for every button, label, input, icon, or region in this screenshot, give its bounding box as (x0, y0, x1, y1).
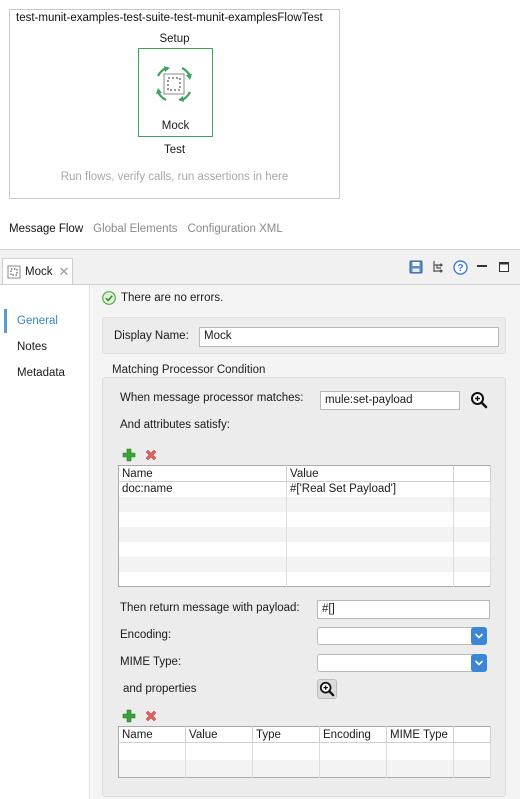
tree-icon[interactable] (430, 259, 446, 275)
save-icon[interactable] (408, 259, 424, 275)
display-name-label: Display Name: (114, 330, 189, 342)
table-row[interactable]: doc:name #['Real Set Payload'] (118, 481, 491, 497)
minimize-icon[interactable] (474, 259, 490, 275)
empty-row (118, 742, 491, 760)
svg-text:?: ? (457, 263, 463, 274)
column-header-type[interactable]: Type (252, 726, 320, 743)
encoding-select[interactable] (317, 627, 487, 645)
payload-input[interactable]: #[] (317, 600, 490, 619)
tab-message-flow[interactable]: Message Flow (9, 223, 83, 235)
properties-toolbar: ? (408, 259, 512, 275)
tab-configuration-xml[interactable]: Configuration XML (188, 223, 283, 235)
mock-processor-label: Mock (161, 120, 190, 132)
display-name-section: Display Name: Mock (102, 317, 506, 354)
properties-tab-title: Mock (25, 265, 53, 278)
column-header-extra (453, 726, 491, 743)
nav-item-notes[interactable]: Notes (4, 335, 90, 359)
remove-property-icon[interactable] (144, 709, 158, 723)
processor-matches-input[interactable]: mule:set-payload (320, 391, 460, 410)
matching-group-title: Matching Processor Condition (112, 364, 266, 376)
table-header-row: Name Value (118, 465, 491, 482)
properties-view: Mock ✕ ? General Notes Metadata There ar… (0, 249, 520, 799)
search-icon[interactable] (469, 390, 489, 410)
encoding-label: Encoding: (120, 629, 172, 641)
cell-extra[interactable] (453, 481, 491, 497)
attributes-label: And attributes satisfy: (120, 419, 230, 431)
chevron-down-icon[interactable] (471, 627, 487, 645)
empty-row (118, 760, 491, 778)
maximize-icon[interactable] (496, 259, 512, 275)
empty-row (118, 556, 491, 572)
mock-small-icon (7, 265, 21, 278)
flow-canvas[interactable]: test-munit-examples-test-suite-test-muni… (9, 9, 340, 199)
properties-table[interactable]: Name Value Type Encoding MIME Type (118, 726, 491, 778)
properties-nav: General Notes Metadata (0, 285, 90, 799)
editor-tabs: Message Flow Global Elements Configurati… (9, 223, 283, 235)
processor-matches-label: When message processor matches: (120, 392, 304, 404)
add-attribute-icon[interactable] (122, 448, 136, 462)
properties-label: and properties (123, 683, 197, 695)
cell-name[interactable]: doc:name (118, 481, 287, 497)
mock-icon (156, 66, 192, 102)
empty-row (118, 526, 491, 542)
setup-section-label: Setup (159, 33, 190, 45)
search-icon[interactable] (317, 679, 337, 699)
add-property-icon[interactable] (122, 709, 136, 723)
status-text: There are no errors. (121, 292, 224, 304)
column-header-name[interactable]: Name (118, 465, 287, 482)
empty-row (118, 571, 491, 587)
table-header-row: Name Value Type Encoding MIME Type (118, 726, 491, 743)
column-header-value[interactable]: Value (185, 726, 253, 743)
empty-row (118, 496, 491, 512)
remove-attribute-icon[interactable] (144, 448, 158, 462)
properties-tab[interactable]: Mock ✕ (2, 258, 73, 284)
column-header-mime-type[interactable]: MIME Type (386, 726, 454, 743)
cell-value[interactable]: #['Real Set Payload'] (286, 481, 454, 497)
column-header-encoding[interactable]: Encoding (319, 726, 387, 743)
general-panel: There are no errors. Display Name: Mock … (91, 285, 520, 799)
properties-body: General Notes Metadata There are no erro… (0, 284, 520, 799)
empty-row (118, 541, 491, 557)
nav-item-metadata[interactable]: Metadata (4, 361, 90, 385)
test-section-hint: Run flows, verify calls, run assertions … (60, 171, 289, 183)
mock-processor[interactable]: Mock (138, 48, 213, 137)
help-icon[interactable]: ? (452, 259, 468, 275)
column-header-name[interactable]: Name (118, 726, 186, 743)
payload-label: Then return message with payload: (120, 602, 300, 614)
tab-global-elements[interactable]: Global Elements (93, 223, 177, 235)
empty-row (118, 511, 491, 527)
nav-item-general[interactable]: General (4, 309, 90, 333)
flow-title: test-munit-examples-test-suite-test-muni… (16, 12, 323, 24)
display-name-input[interactable]: Mock (199, 327, 499, 347)
test-section-label: Test (163, 144, 186, 156)
check-icon (102, 291, 116, 305)
mime-type-select[interactable] (317, 654, 487, 672)
matching-group: When message processor matches: mule:set… (102, 377, 506, 797)
column-header-extra (453, 465, 491, 482)
column-header-value[interactable]: Value (286, 465, 454, 482)
close-icon[interactable]: ✕ (58, 264, 69, 280)
attributes-table[interactable]: Name Value doc:name #['Real Set Payload'… (118, 465, 491, 587)
validation-status: There are no errors. (102, 291, 223, 305)
mime-type-label: MIME Type: (120, 656, 182, 668)
chevron-down-icon[interactable] (471, 654, 487, 672)
